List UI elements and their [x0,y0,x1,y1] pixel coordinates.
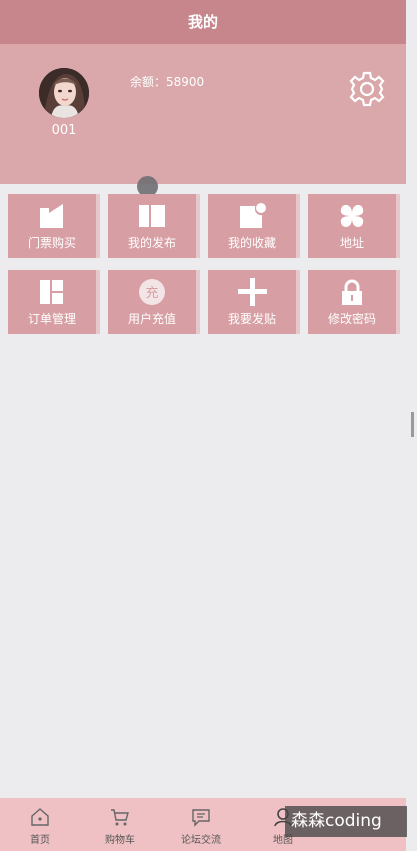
menu-user-recharge[interactable]: 充 用户充值 [108,270,196,334]
book-icon [139,205,165,227]
tab-label: 论坛交流 [181,835,221,846]
menu-label: 我的发布 [127,236,176,250]
layout-icon [40,280,63,304]
recharge-icon: 充 [139,279,165,305]
menu-label: 订单管理 [27,312,76,326]
favorite-icon [240,203,266,228]
menu-my-favorites[interactable]: 我的收藏 [208,194,296,258]
menu-label: 我要发贴 [227,312,276,326]
menu-label: 门票购买 [27,236,76,250]
tab-label: 购物车 [105,835,135,846]
chat-icon [192,809,210,827]
home-icon [31,808,49,826]
avatar[interactable] [39,68,89,118]
menu-change-password[interactable]: 修改密码 [308,270,396,334]
plus-icon [238,278,267,306]
menu-new-post[interactable]: 我要发贴 [208,270,296,334]
menu-address[interactable]: 地址 [308,194,396,258]
cart-icon [111,809,129,826]
menu-label: 地址 [339,236,364,250]
page-title: 我的 [187,13,218,31]
menu-my-posts[interactable]: 我的发布 [108,194,196,258]
tab-label: 首页 [30,835,50,846]
tab-cart[interactable]: 购物车 [80,798,160,851]
tab-forum[interactable]: 论坛交流 [161,798,241,851]
balance-text: 余额：58900 [130,75,205,89]
menu-ticket-purchase[interactable]: 门票购买 [8,194,96,258]
lock-icon [342,279,362,305]
watermark: 森森coding [285,806,407,837]
clover-icon [340,205,364,227]
avatar-photo [39,68,89,118]
recharge-icon-text: 充 [145,285,158,301]
settings-gear-icon[interactable] [348,70,386,108]
scrollbar-thumb[interactable] [411,412,414,437]
ticket-icon [40,204,63,228]
menu-label: 修改密码 [327,312,376,326]
username: 001 [51,123,77,138]
menu-label: 我的收藏 [227,236,276,250]
tab-home[interactable]: 首页 [0,798,80,851]
profile-panel: 001 余额：58900 [0,44,406,184]
menu-order-management[interactable]: 订单管理 [8,270,96,334]
page-title-bar: 我的 [0,0,406,44]
menu-label: 用户充值 [127,312,176,326]
